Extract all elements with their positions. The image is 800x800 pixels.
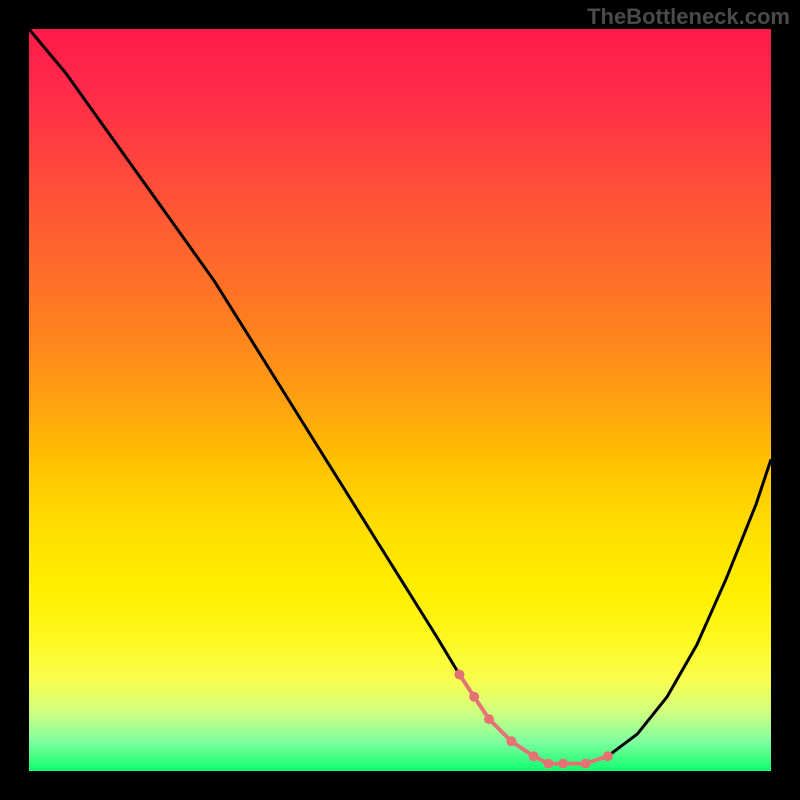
plot-area: [29, 29, 771, 771]
curve-svg: [29, 29, 771, 771]
bottleneck-curve: [29, 29, 771, 764]
optimal-markers: [454, 670, 612, 769]
watermark-text: TheBottleneck.com: [587, 4, 790, 30]
